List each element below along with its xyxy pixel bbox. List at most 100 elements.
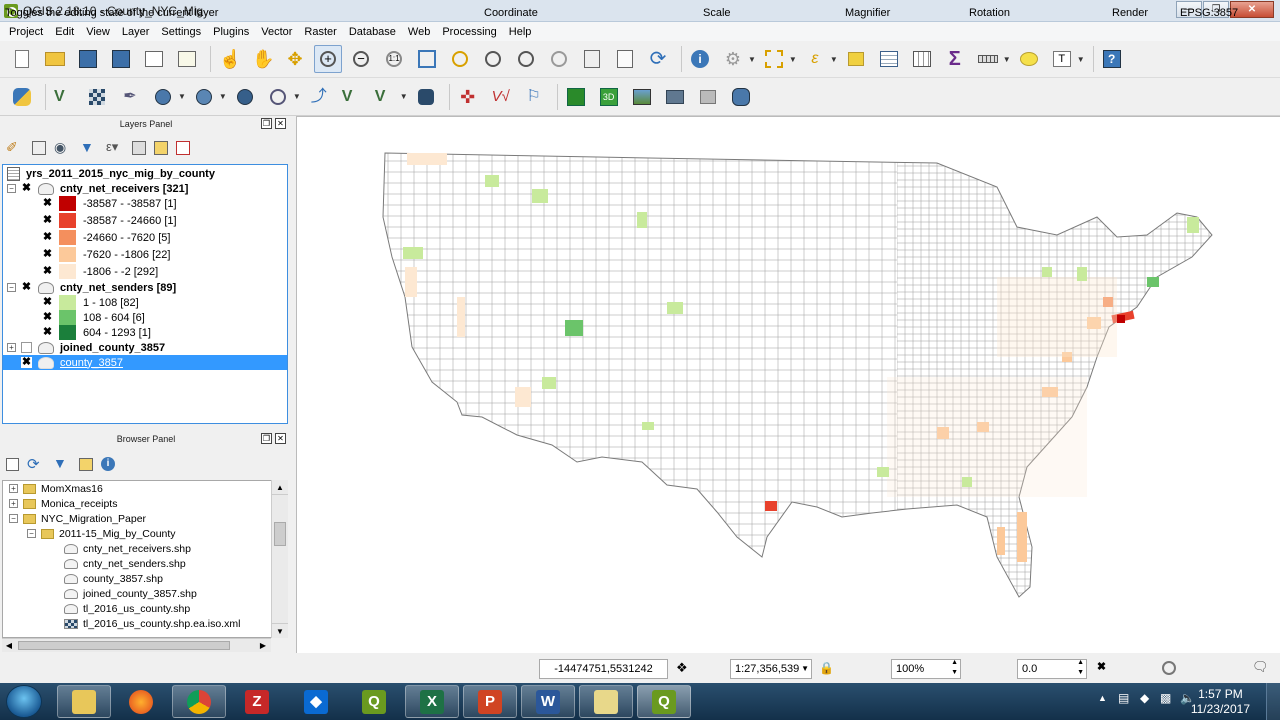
taskbar-folder-2[interactable]	[579, 685, 633, 718]
browser-panel-float-button[interactable]: ❐	[261, 433, 272, 444]
taskbar-zotero[interactable]: Z	[230, 685, 284, 718]
browser-panel-close-button[interactable]: ✕	[275, 433, 286, 444]
download-data-button[interactable]	[661, 83, 689, 111]
legend-class-row[interactable]: ✖ -7620 - -1806 [22]	[42, 247, 170, 262]
messages-icon[interactable]: 🗨	[1252, 660, 1269, 674]
taskbar-word[interactable]: W	[521, 685, 575, 718]
georeferencer-button[interactable]: ✜	[454, 83, 482, 111]
menu-database[interactable]: Database	[343, 26, 402, 38]
layer-visible-checkbox[interactable]: ✖	[21, 357, 32, 368]
menu-raster[interactable]: Raster	[298, 26, 342, 38]
chevron-down-icon[interactable]: ▼	[1003, 55, 1011, 64]
chevron-down-icon[interactable]: ▼	[789, 55, 797, 64]
chevron-down-icon[interactable]: ▼	[178, 92, 186, 101]
remove-layer-icon[interactable]	[176, 141, 190, 155]
layer-stack-button[interactable]	[694, 83, 722, 111]
composer-manager-button[interactable]	[173, 45, 201, 73]
eye-icon[interactable]: ◉	[54, 139, 72, 157]
new-gpx-button[interactable]: V	[371, 83, 399, 111]
collapse-all-icon[interactable]	[79, 457, 93, 471]
grass-tools-button[interactable]	[562, 83, 590, 111]
menu-web[interactable]: Web	[402, 26, 436, 38]
chevron-down-icon[interactable]: ▼	[293, 92, 301, 101]
class-visible-checkbox[interactable]: ✖	[42, 232, 53, 243]
expand-all-icon[interactable]	[132, 141, 146, 155]
taskbar-dropbox[interactable]: ◆	[289, 685, 343, 718]
map-canvas[interactable]	[296, 116, 1280, 653]
chevron-down-icon[interactable]: ▼	[400, 92, 408, 101]
show-desktop-button[interactable]	[1266, 683, 1280, 720]
add-postgis-layer-button[interactable]: ⤴	[305, 83, 333, 111]
info-icon[interactable]: i	[101, 457, 115, 471]
taskbar-clock[interactable]: 1:57 PM 11/23/2017	[1191, 687, 1250, 717]
select-features-button[interactable]	[760, 45, 788, 73]
menu-vector[interactable]: Vector	[255, 26, 298, 38]
layer-row-receivers[interactable]: − ✖ cnty_net_receivers [321]	[7, 181, 188, 196]
add-wcs-layer-button[interactable]	[231, 83, 259, 111]
zoom-actual-size-button[interactable]: 1:1	[380, 45, 408, 73]
vector-tools-button[interactable]: V√	[487, 83, 515, 111]
expand-toggle[interactable]: +	[7, 343, 16, 352]
expression-filter-icon[interactable]: ε▾	[106, 139, 124, 157]
save-as-button[interactable]	[107, 45, 135, 73]
refresh-button[interactable]: ⟳	[644, 45, 672, 73]
taskbar-firefox[interactable]	[114, 685, 168, 718]
run-feature-action-button[interactable]: ⚙	[719, 45, 747, 73]
menu-edit[interactable]: Edit	[49, 26, 80, 38]
new-project-button[interactable]	[8, 45, 36, 73]
coordinate-toggle-icon[interactable]: ❖	[676, 661, 690, 675]
layer-row-senders[interactable]: − ✖ cnty_net_senders [89]	[7, 280, 176, 295]
menu-help[interactable]: Help	[503, 26, 538, 38]
chevron-down-icon[interactable]: ▼	[219, 92, 227, 101]
scroll-thumb[interactable]	[18, 641, 230, 650]
tray-network-icon[interactable]: ▩	[1160, 691, 1171, 705]
layer-visible-checkbox[interactable]: ✖	[21, 183, 32, 194]
legend-class-row[interactable]: ✖ 1 - 108 [82]	[42, 295, 139, 310]
class-visible-checkbox[interactable]: ✖	[42, 312, 53, 323]
new-temporary-layer-button[interactable]	[412, 83, 440, 111]
expand-toggle[interactable]: +	[9, 484, 18, 493]
taskbar-explorer[interactable]	[57, 685, 111, 718]
menu-layer[interactable]: Layer	[116, 26, 156, 38]
crs-globe-icon[interactable]	[1162, 661, 1176, 675]
crs-label[interactable]: EPSG:3857	[1180, 7, 1238, 19]
help-button[interactable]: ?	[1098, 45, 1126, 73]
magnifier-spinbox[interactable]: 100% ▲ ▼	[891, 659, 961, 679]
tray-device-icon[interactable]: ▤	[1118, 691, 1129, 705]
style-brush-icon[interactable]: ✐	[6, 139, 24, 157]
add-delimited-text-button[interactable]	[264, 83, 292, 111]
browser-item[interactable]: − 2011-15_Mig_by_County	[27, 526, 176, 541]
scale-combobox[interactable]: 1:27,356,539 ▼	[730, 659, 812, 679]
taskbar-qgis-active[interactable]: Q	[637, 685, 691, 718]
legend-class-row[interactable]: ✖ 604 - 1293 [1]	[42, 325, 151, 340]
collapse-all-icon[interactable]	[154, 141, 168, 155]
measure-line-button[interactable]	[974, 45, 1002, 73]
class-visible-checkbox[interactable]: ✖	[42, 266, 53, 277]
new-shapefile-button[interactable]: V	[338, 83, 366, 111]
identify-features-button[interactable]: i	[686, 45, 714, 73]
lock-icon[interactable]: 🔒	[819, 661, 834, 675]
layer-row-table[interactable]: yrs_2011_2015_nyc_mig_by_county	[7, 166, 215, 181]
scroll-down-arrow-icon[interactable]: ▼	[272, 623, 288, 638]
coordinate-field[interactable]: -14474751,5531242	[539, 659, 668, 679]
refresh-icon[interactable]: ⟳	[27, 455, 45, 473]
taskbar-powerpoint[interactable]: P	[463, 685, 517, 718]
show-bookmarks-button[interactable]	[611, 45, 639, 73]
chevron-down-icon[interactable]: ▼	[1077, 55, 1085, 64]
scroll-left-arrow-icon[interactable]: ◀	[2, 639, 16, 652]
browser-vertical-scrollbar[interactable]: ▲ ▼	[271, 480, 288, 638]
tray-dropbox-icon[interactable]: ◆	[1140, 691, 1149, 705]
pan-map-button[interactable]: ✋	[248, 45, 276, 73]
text-annotation-button[interactable]: T	[1048, 45, 1076, 73]
chevron-down-icon[interactable]: ▼	[830, 55, 838, 64]
scroll-up-arrow-icon[interactable]: ▲	[272, 480, 288, 495]
expand-toggle[interactable]: +	[9, 499, 18, 508]
browser-item[interactable]: tl_2016_us_county.shp.ea.iso.xml	[64, 616, 240, 631]
rotation-spinbox[interactable]: 0.0 ▲ ▼	[1017, 659, 1087, 679]
tray-expand-icon[interactable]: ▲	[1098, 693, 1107, 703]
new-map-view-button[interactable]	[578, 45, 606, 73]
zoom-to-selection-button[interactable]	[446, 45, 474, 73]
menu-project[interactable]: Project	[3, 26, 49, 38]
db-manager-button[interactable]	[727, 83, 755, 111]
map-tips-button[interactable]	[1015, 45, 1043, 73]
